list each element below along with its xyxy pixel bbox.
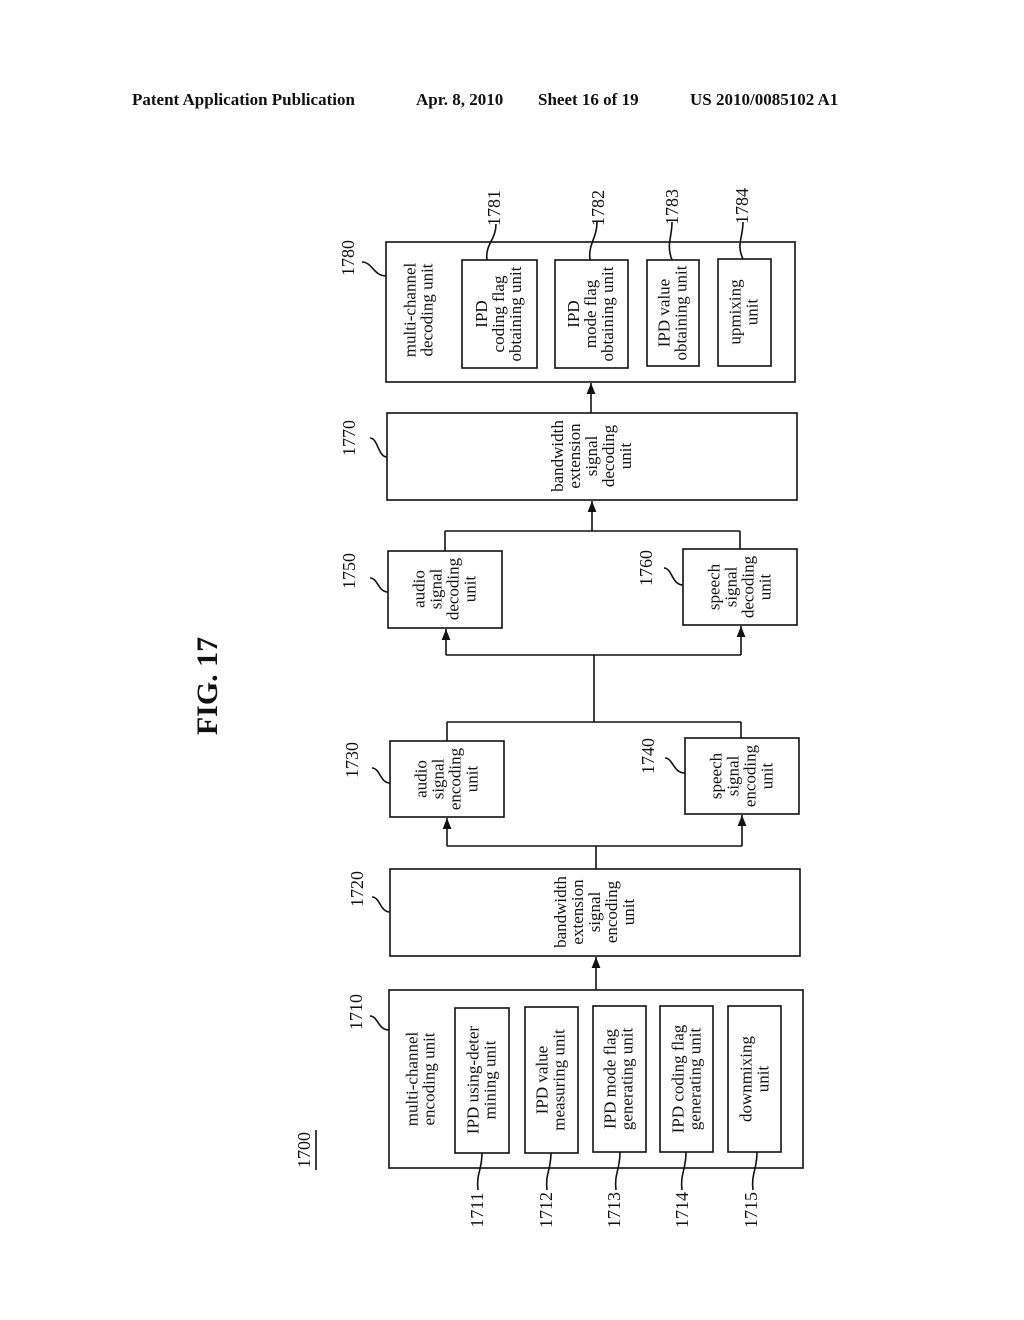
label-ipd-value-obtaining-unit: IPD valueobtaining unit	[655, 265, 691, 360]
figure-title: FIG. 17	[191, 637, 224, 735]
block-label-line: unit	[616, 443, 635, 470]
block-label-line: unit	[619, 899, 638, 926]
label-multi-channel-encoding-unit: multi-channelencoding unit	[403, 1032, 439, 1127]
block-diagram: FIG. 17 1700 1710 1720 1730 1740 1750 17…	[191, 188, 804, 1228]
block-label-text: IPD mode flaggenerating unit	[601, 1028, 637, 1131]
ref-1714: 1714	[672, 1192, 692, 1228]
block-label-text: IPD coding flaggenerating unit	[669, 1024, 705, 1133]
block-label-text: multi-channelencoding unit	[403, 1032, 439, 1127]
block-label-text: IPD valueobtaining unit	[655, 265, 691, 360]
label-ipd-using-determining-unit: IPD using-determining unit	[464, 1026, 500, 1134]
ref-1760: 1760	[636, 550, 656, 586]
label-ipd-coding-flag-generating-unit: IPD coding flaggenerating unit	[669, 1024, 705, 1133]
block-label-line: decoding unit	[418, 263, 437, 356]
block-label-line: unit	[758, 763, 777, 790]
label-ipd-mode-flag-generating-unit: IPD mode flaggenerating unit	[601, 1028, 637, 1131]
block-label-line: unit	[743, 299, 762, 326]
block-label-line: unit	[756, 574, 775, 601]
ref-1710: 1710	[346, 994, 366, 1030]
ref-1750: 1750	[339, 553, 359, 589]
ref-1715: 1715	[741, 1192, 761, 1228]
block-label-line: generating unit	[686, 1028, 705, 1131]
block-label-line: generating unit	[618, 1028, 637, 1131]
ref-1720: 1720	[347, 871, 367, 907]
block-label-line: obtaining unit	[506, 266, 525, 361]
ref-1712: 1712	[536, 1192, 556, 1228]
block-label-line: obtaining unit	[598, 266, 617, 361]
label-multi-channel-decoding-unit: multi-channeldecoding unit	[401, 263, 437, 358]
ref-1784: 1784	[732, 188, 752, 224]
block-label-text: multi-channeldecoding unit	[401, 263, 437, 358]
block-label-line: unit	[754, 1066, 773, 1093]
ref-1740: 1740	[638, 738, 658, 774]
system-ref: 1700	[294, 1130, 317, 1170]
ref-1711: 1711	[467, 1192, 487, 1227]
ref-1770: 1770	[339, 420, 359, 456]
block-label-line: unit	[463, 766, 482, 793]
block-label-line: mining unit	[481, 1040, 500, 1119]
ref-1713: 1713	[604, 1192, 624, 1228]
block-label-line: unit	[461, 576, 480, 603]
ref-1730: 1730	[342, 742, 362, 778]
ref-1783: 1783	[662, 189, 682, 225]
block-label-text: IPD using-determining unit	[464, 1026, 500, 1134]
block-label-line: measuring unit	[550, 1029, 569, 1131]
block-label-line: obtaining unit	[672, 265, 691, 360]
svg-text:1700: 1700	[294, 1132, 314, 1168]
block-label-line: encoding unit	[420, 1032, 439, 1125]
ref-1780: 1780	[338, 240, 358, 276]
ref-1781: 1781	[484, 190, 504, 226]
ref-1782: 1782	[588, 190, 608, 226]
